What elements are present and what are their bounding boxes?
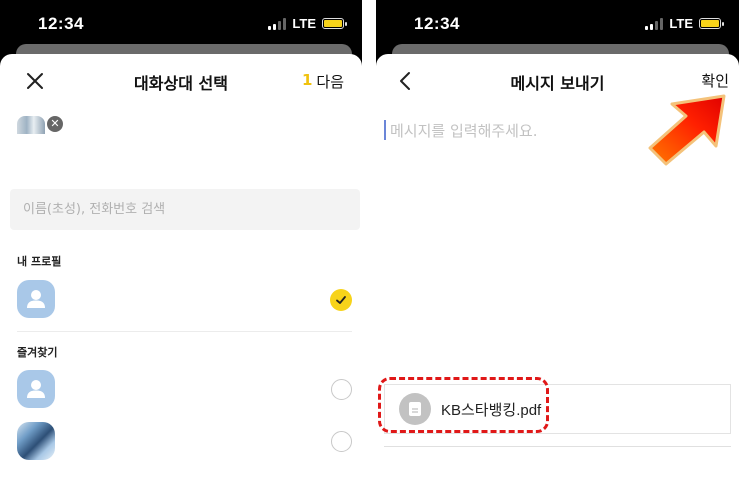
- avatar: [17, 280, 55, 318]
- status-indicators: LTE: [645, 16, 724, 31]
- default-profile-icon: [27, 290, 45, 308]
- remove-recipient-button[interactable]: ✕: [47, 116, 63, 132]
- battery-icon: [699, 18, 724, 29]
- pointer-arrow-annotation: [648, 94, 726, 166]
- next-label: 다음: [316, 73, 344, 91]
- avatar: [17, 370, 55, 408]
- battery-icon: [322, 18, 347, 29]
- confirm-button[interactable]: 확인: [701, 70, 729, 91]
- default-profile-icon: [27, 380, 45, 398]
- status-bar: 12:34 LTE: [376, 0, 739, 46]
- section-my-profile: 내 프로필: [17, 255, 62, 268]
- network-label: LTE: [669, 16, 693, 31]
- attachment-highlight-annotation: [378, 377, 549, 433]
- selected-count: 1: [301, 71, 313, 89]
- selected-checkbox[interactable]: [330, 289, 352, 311]
- header: 대화상대 선택 1 다음: [0, 54, 362, 106]
- unselected-checkbox[interactable]: [331, 379, 352, 400]
- recipient-select-screen: 12:34 LTE 대화상대 선택 1 다음 ✕ 이름(초성), 전화번호 검색…: [0, 0, 362, 478]
- status-indicators: LTE: [268, 16, 347, 31]
- status-time: 12:34: [414, 14, 460, 33]
- divider: [17, 331, 352, 332]
- signal-icon: [645, 17, 664, 30]
- network-label: LTE: [292, 16, 316, 31]
- divider: [384, 446, 731, 447]
- next-button[interactable]: 1 다음: [302, 71, 344, 92]
- status-bar: 12:34 LTE: [0, 0, 362, 46]
- section-favorites: 즐겨찾기: [17, 346, 58, 359]
- recipient-sheet: 대화상대 선택 1 다음 ✕ 내 프로필: [0, 54, 362, 478]
- unselected-checkbox[interactable]: [331, 431, 352, 452]
- remove-icon: ✕: [50, 117, 60, 130]
- signal-icon: [268, 17, 287, 30]
- selected-recipient-avatar: [17, 116, 45, 134]
- avatar-photo: [17, 422, 55, 460]
- search-input[interactable]: [10, 189, 360, 230]
- check-icon: [336, 296, 346, 304]
- status-time: 12:34: [38, 14, 84, 33]
